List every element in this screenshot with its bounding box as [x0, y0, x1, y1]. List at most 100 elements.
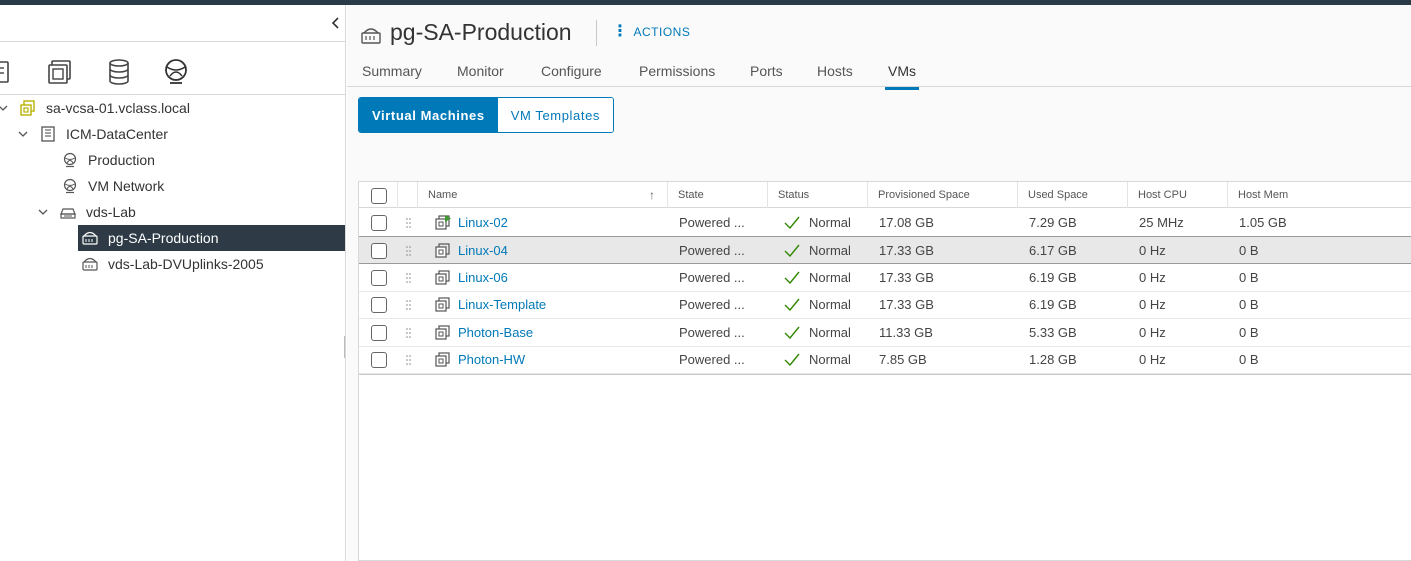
check-icon [784, 298, 800, 311]
actions-menu-button[interactable]: ⋮ ACTIONS [612, 23, 691, 40]
vm-icon [435, 325, 450, 340]
vm-templates-button[interactable]: VM Templates [497, 98, 614, 132]
vm-provisioned-space: 11.33 GB [879, 325, 933, 340]
row-checkbox[interactable] [371, 297, 387, 313]
drag-handle-icon[interactable] [406, 218, 411, 228]
vm-status: Normal [809, 270, 851, 285]
collapse-navigator-icon[interactable] [328, 15, 344, 31]
drag-handle-icon[interactable] [406, 328, 411, 338]
storage-tab-icon[interactable] [103, 56, 135, 88]
vm-host-mem: 0 B [1239, 352, 1259, 367]
tab-permissions[interactable]: Permissions [639, 63, 715, 87]
tree-item-label: ICM-DataCenter [66, 126, 168, 142]
navigator-pane: sa-vcsa-01.vclass.local ICM-DataCenter P… [0, 5, 346, 561]
column-header-name[interactable]: Name ↑ [417, 182, 667, 208]
vm-provisioned-space: 17.33 GB [879, 297, 934, 312]
vm-status: Normal [809, 352, 851, 367]
vm-host-cpu: 0 Hz [1139, 325, 1166, 340]
vm-icon [435, 270, 450, 285]
tree-item-vds-lab[interactable]: vds-Lab [36, 199, 136, 225]
vm-host-cpu: 25 MHz [1139, 215, 1184, 230]
tree-item-label: vds-Lab [86, 204, 136, 220]
tab-configure[interactable]: Configure [541, 63, 602, 87]
column-header-status[interactable]: Status [767, 182, 867, 208]
portgroup-icon [82, 231, 98, 245]
networking-tab-icon[interactable] [160, 56, 192, 88]
tab-monitor[interactable]: Monitor [457, 63, 504, 87]
vm-name-link[interactable]: Linux-04 [458, 237, 508, 264]
vm-host-mem: 0 B [1239, 243, 1259, 258]
chevron-down-icon[interactable] [36, 205, 50, 219]
vm-icon [435, 352, 450, 367]
datacenter-icon [41, 126, 55, 142]
vm-status: Normal [809, 215, 851, 230]
vm-state: Powered ... [679, 325, 745, 340]
vertical-dots-icon: ⋮ [612, 23, 629, 40]
vm-icon [435, 297, 450, 312]
tab-summary[interactable]: Summary [362, 63, 422, 87]
tree-item-vds-lab-dvuplinks[interactable]: vds-Lab-DVUplinks-2005 [82, 251, 264, 277]
tree-item-vcenter[interactable]: sa-vcsa-01.vclass.local [0, 95, 190, 121]
table-row[interactable]: Linux-06 Powered ... Normal 17.33 GB 6.1… [359, 264, 1411, 292]
row-checkbox[interactable] [371, 243, 387, 259]
drag-handle-icon[interactable] [406, 300, 411, 310]
vm-state: Powered ... [679, 270, 745, 285]
tab-hosts[interactable]: Hosts [817, 63, 853, 87]
column-header-host-mem[interactable]: Host Mem [1227, 182, 1411, 208]
column-header-host-cpu[interactable]: Host CPU [1127, 182, 1227, 208]
tree-item-datacenter[interactable]: ICM-DataCenter [16, 121, 168, 147]
tree-item-label: VM Network [88, 178, 165, 194]
vm-host-mem: 0 B [1239, 325, 1259, 340]
vm-provisioned-space: 7.85 GB [879, 352, 927, 367]
virtual-machines-button[interactable]: Virtual Machines [359, 98, 498, 132]
tab-ports[interactable]: Ports [750, 63, 783, 87]
tree-item-network-production[interactable]: Production [62, 147, 155, 173]
column-header-provisioned-space[interactable]: Provisioned Space [867, 182, 1017, 208]
row-checkbox[interactable] [371, 352, 387, 368]
chevron-down-icon[interactable] [0, 101, 10, 115]
vm-status: Normal [809, 325, 851, 340]
drag-column-header [397, 182, 417, 208]
table-row[interactable]: Linux-04 Powered ... Normal 17.33 GB 6.1… [359, 236, 1411, 264]
drag-handle-icon[interactable] [406, 273, 411, 283]
table-row[interactable]: Photon-HW Powered ... Normal 7.85 GB 1.2… [359, 346, 1411, 374]
row-checkbox[interactable] [371, 325, 387, 341]
tab-vms[interactable]: VMs [885, 63, 919, 90]
vm-used-space: 6.19 GB [1029, 297, 1077, 312]
vm-host-mem: 1.05 GB [1239, 215, 1287, 230]
column-header-state[interactable]: State [667, 182, 767, 208]
vm-name-link[interactable]: Linux-06 [458, 264, 508, 291]
navigator-tabs [0, 41, 346, 95]
sort-ascending-icon[interactable]: ↑ [649, 182, 655, 208]
vm-host-cpu: 0 Hz [1139, 297, 1166, 312]
drag-handle-icon[interactable] [406, 246, 411, 256]
vm-provisioned-space: 17.33 GB [879, 270, 934, 285]
select-all-checkbox[interactable] [371, 188, 387, 204]
tree-item-network-vm-network[interactable]: VM Network [62, 173, 164, 199]
tree-item-pg-sa-production[interactable]: pg-SA-Production [78, 225, 345, 251]
chevron-down-icon[interactable] [16, 127, 30, 141]
table-row[interactable]: Linux-02 Powered ... Normal 17.08 GB 7.2… [359, 209, 1411, 237]
vm-name-link[interactable]: Linux-Template [458, 291, 546, 318]
vm-icon [435, 243, 450, 258]
row-checkbox[interactable] [371, 270, 387, 286]
vm-status: Normal [809, 297, 851, 312]
vm-name-link[interactable]: Photon-HW [458, 346, 525, 373]
table-row[interactable]: Linux-Template Powered ... Normal 17.33 … [359, 291, 1411, 319]
datagrid-header: Name ↑ State Status Provisioned Space Us… [359, 182, 1411, 208]
vm-provisioned-space: 17.08 GB [879, 215, 934, 230]
vms-templates-tab-icon[interactable] [45, 56, 77, 88]
column-header-used-space[interactable]: Used Space [1017, 182, 1127, 208]
portgroup-icon [361, 28, 381, 44]
vm-used-space: 7.29 GB [1029, 215, 1077, 230]
vm-name-link[interactable]: Linux-02 [458, 209, 508, 236]
table-row[interactable]: Photon-Base Powered ... Normal 11.33 GB … [359, 319, 1411, 347]
vm-type-toggle: Virtual Machines VM Templates [358, 97, 615, 133]
drag-handle-icon[interactable] [406, 355, 411, 365]
vm-name-link[interactable]: Photon-Base [458, 319, 533, 346]
actions-label: ACTIONS [633, 25, 691, 39]
hosts-clusters-tab-icon[interactable] [0, 56, 18, 88]
check-icon [784, 244, 800, 257]
vm-state: Powered ... [679, 215, 745, 230]
row-checkbox[interactable] [371, 215, 387, 231]
